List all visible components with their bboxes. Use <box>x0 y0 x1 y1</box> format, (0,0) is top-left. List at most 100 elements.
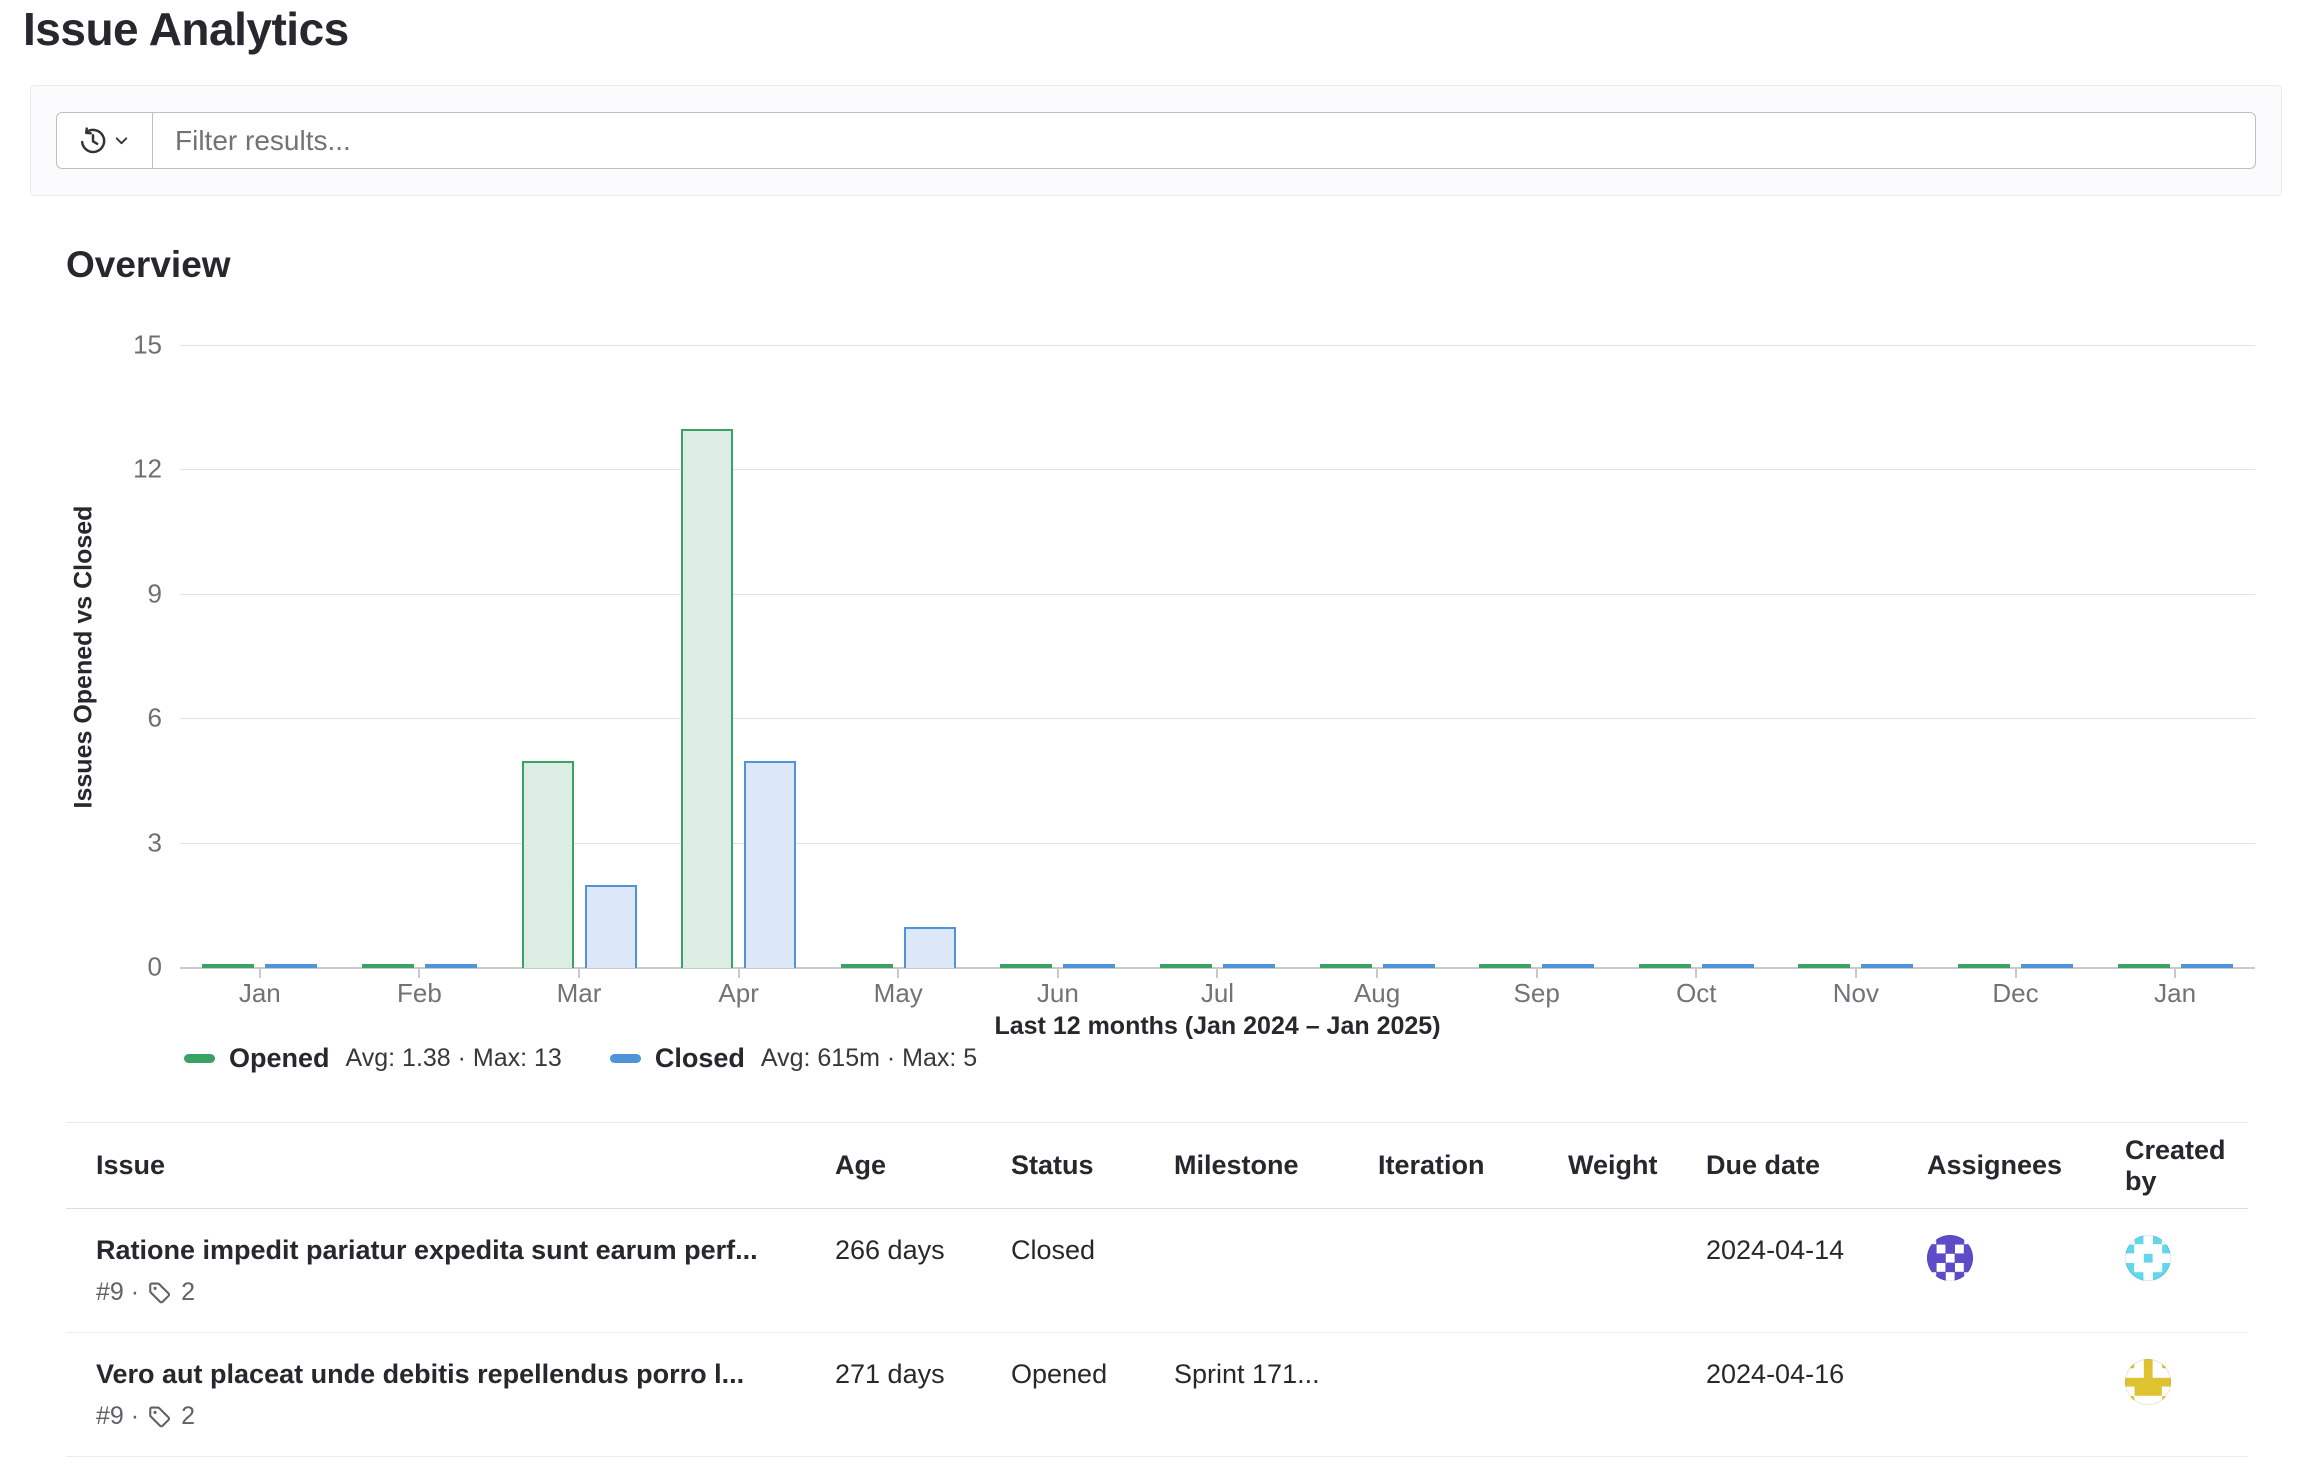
bar-closed-11[interactable] <box>2021 964 2073 968</box>
column-header-weight: Weight <box>1568 1123 1706 1209</box>
issues-table: IssueAgeStatusMilestoneIterationWeightDu… <box>66 1122 2248 1457</box>
bar-closed-0[interactable] <box>265 964 317 968</box>
legend-item-opened[interactable]: OpenedAvg: 1.38 · Max: 13 <box>184 1043 562 1074</box>
bar-closed-1[interactable] <box>425 964 477 968</box>
issue-ref: #9 · <box>96 1278 139 1307</box>
bar-closed-7[interactable] <box>1383 964 1435 968</box>
bar-opened-3[interactable] <box>681 429 733 968</box>
bar-opened-5[interactable] <box>1000 964 1052 968</box>
chart-plot-area: 03691215 <box>180 346 2255 968</box>
issue-meta: #9 · 2 <box>96 1278 835 1307</box>
filter-results-input[interactable] <box>152 112 2256 169</box>
x-axis-tick <box>578 969 580 978</box>
column-header-created-by: Created by <box>2125 1123 2248 1209</box>
y-tick-label: 9 <box>148 578 162 609</box>
status-cell: Opened <box>1011 1333 1174 1457</box>
overview-heading: Overview <box>66 244 231 286</box>
bar-closed-10[interactable] <box>1861 964 1913 968</box>
bar-opened-2[interactable] <box>522 761 574 968</box>
y-tick-label: 0 <box>148 952 162 983</box>
filter-panel <box>30 85 2282 196</box>
month-group-feb-1 <box>340 346 500 968</box>
chevron-down-icon <box>113 132 130 149</box>
x-tick-label: Apr <box>659 978 819 1009</box>
assignees-cell <box>1927 1209 2125 1333</box>
bar-opened-1[interactable] <box>362 964 414 968</box>
created-by-cell <box>2125 1333 2248 1457</box>
legend-swatch-closed <box>610 1054 641 1063</box>
user-avatar[interactable] <box>1927 1235 1973 1281</box>
bar-opened-4[interactable] <box>841 964 893 968</box>
x-axis-tick <box>259 969 261 978</box>
issue-meta: #9 ·2 <box>96 1402 835 1431</box>
table-row: Vero aut placeat unde debitis repellendu… <box>66 1333 2248 1457</box>
assignees-cell <box>1927 1333 2125 1457</box>
bar-opened-9[interactable] <box>1639 964 1691 968</box>
label-tag-icon <box>148 1405 172 1429</box>
bar-opened-0[interactable] <box>202 964 254 968</box>
bar-opened-10[interactable] <box>1798 964 1850 968</box>
x-axis-tick-labels: JanFebMarAprMayJunJulAugSepOctNovDecJan <box>180 978 2255 1009</box>
column-header-due-date: Due date <box>1706 1123 1927 1209</box>
weight-cell <box>1568 1333 1706 1457</box>
age-cell: 266 days <box>835 1209 1011 1333</box>
bar-closed-2[interactable] <box>585 885 637 968</box>
due-date-cell: 2024-04-16 <box>1706 1333 1927 1457</box>
column-header-age: Age <box>835 1123 1011 1209</box>
y-tick-label: 6 <box>148 703 162 734</box>
iteration-cell <box>1378 1209 1568 1333</box>
month-group-jan-0 <box>180 346 340 968</box>
filter-group <box>56 112 2256 169</box>
bar-closed-8[interactable] <box>1542 964 1594 968</box>
user-avatar[interactable] <box>2125 1359 2171 1405</box>
month-group-nov-10 <box>1776 346 1936 968</box>
iteration-cell <box>1378 1333 1568 1457</box>
due-date-cell: 2024-04-14 <box>1706 1209 1927 1333</box>
bar-opened-11[interactable] <box>1958 964 2010 968</box>
user-avatar[interactable] <box>2125 1235 2171 1281</box>
x-tick-label: Mar <box>499 978 659 1009</box>
x-tick-label: Jun <box>978 978 1138 1009</box>
month-group-mar-2 <box>499 346 659 968</box>
issue-title-link[interactable]: Ratione impedit pariatur expedita sunt e… <box>96 1235 835 1266</box>
table-header-row: IssueAgeStatusMilestoneIterationWeightDu… <box>66 1123 2248 1209</box>
legend-item-closed[interactable]: ClosedAvg: 615m · Max: 5 <box>610 1043 977 1074</box>
month-group-oct-9 <box>1616 346 1776 968</box>
issue-cell: Vero aut placeat unde debitis repellendu… <box>66 1333 835 1457</box>
x-tick-label: Jan <box>2095 978 2255 1009</box>
y-tick-label: 3 <box>148 827 162 858</box>
bar-opened-7[interactable] <box>1320 964 1372 968</box>
x-tick-label: Nov <box>1776 978 1936 1009</box>
issue-title-link[interactable]: Vero aut placeat unde debitis repellendu… <box>96 1359 835 1390</box>
bar-closed-9[interactable] <box>1702 964 1754 968</box>
status-cell: Closed <box>1011 1209 1174 1333</box>
column-header-assignees: Assignees <box>1927 1123 2125 1209</box>
column-header-status: Status <box>1011 1123 1174 1209</box>
column-header-issue: Issue <box>66 1123 835 1209</box>
bar-opened-8[interactable] <box>1479 964 1531 968</box>
bar-closed-6[interactable] <box>1223 964 1275 968</box>
y-tick-label: 12 <box>133 454 162 485</box>
bar-closed-3[interactable] <box>744 761 796 968</box>
x-axis-tick <box>2015 969 2017 978</box>
label-count: 2 <box>181 1278 195 1307</box>
legend-label: Closed <box>655 1043 745 1074</box>
y-tick-label: 15 <box>133 330 162 361</box>
x-tick-label: Jul <box>1138 978 1298 1009</box>
recent-searches-button[interactable] <box>56 112 153 169</box>
month-group-sep-8 <box>1457 346 1617 968</box>
month-group-jun-5 <box>978 346 1138 968</box>
month-group-jan-12 <box>2095 346 2255 968</box>
bar-closed-12[interactable] <box>2181 964 2233 968</box>
bar-closed-4[interactable] <box>904 927 956 968</box>
chart-legend: OpenedAvg: 1.38 · Max: 13 ClosedAvg: 615m… <box>184 1040 977 1076</box>
month-group-jul-6 <box>1138 346 1298 968</box>
x-tick-label: Sep <box>1457 978 1617 1009</box>
milestone-cell <box>1174 1209 1378 1333</box>
bar-opened-6[interactable] <box>1160 964 1212 968</box>
history-icon <box>79 127 107 155</box>
issue-cell: Ratione impedit pariatur expedita sunt e… <box>66 1209 835 1333</box>
bar-opened-12[interactable] <box>2118 964 2170 968</box>
bar-closed-5[interactable] <box>1063 964 1115 968</box>
table-body: Ratione impedit pariatur expedita sunt e… <box>66 1209 2248 1457</box>
